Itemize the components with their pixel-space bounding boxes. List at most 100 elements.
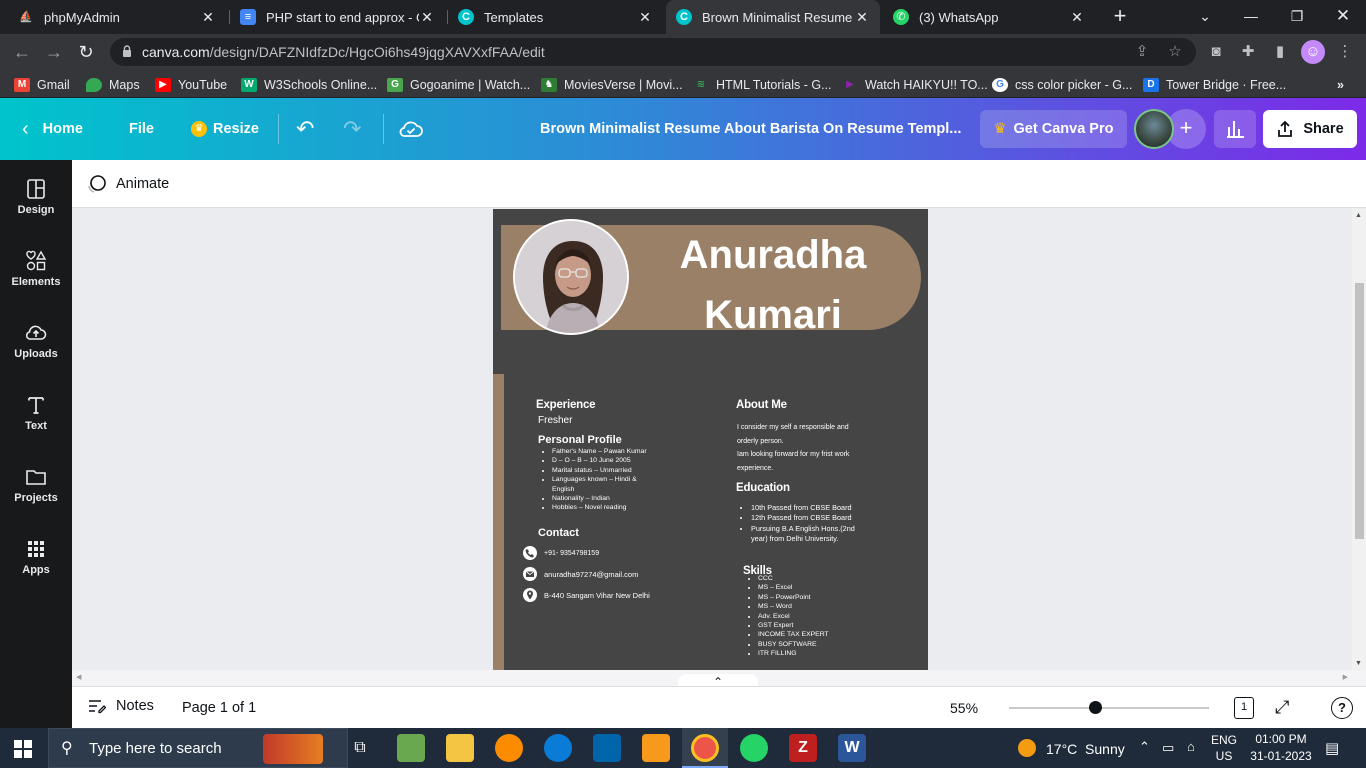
bookmark-maps[interactable]: Maps xyxy=(86,76,140,94)
filezilla-icon[interactable]: Z xyxy=(789,734,817,762)
extensions-puzzle-icon[interactable]: ✚ xyxy=(1238,42,1258,62)
rail-design[interactable]: Design xyxy=(0,177,72,237)
close-icon[interactable]: ✕ xyxy=(637,9,653,26)
resume-name-last[interactable]: Kumari xyxy=(653,285,893,345)
bookmark-gmail[interactable]: M Gmail xyxy=(14,76,70,94)
weather-text[interactable]: 17°C Sunny xyxy=(1046,741,1125,757)
contact-address[interactable]: B-440 Sangam Vihar New Delhi xyxy=(544,591,650,601)
forward-arrow-icon[interactable]: → xyxy=(42,40,66,64)
notes-button[interactable]: Notes xyxy=(88,698,154,714)
about-me-text[interactable]: I consider my self a responsible and ord… xyxy=(737,421,849,476)
xampp-icon[interactable] xyxy=(495,734,523,762)
windows-start-icon[interactable] xyxy=(14,740,32,763)
file-menu-button[interactable]: File xyxy=(129,98,154,160)
close-window-button[interactable]: ✕ xyxy=(1320,0,1366,34)
edge-browser-icon[interactable] xyxy=(544,734,572,762)
scroll-up-arrow-icon[interactable]: ▲ xyxy=(1355,212,1362,219)
profile-photo[interactable] xyxy=(513,219,629,335)
animate-button[interactable]: Animate xyxy=(86,172,169,196)
whatsapp-app-icon[interactable] xyxy=(740,734,768,762)
tray-chevron-up-icon[interactable]: ⌃ xyxy=(1139,739,1150,755)
tab-php-doc[interactable]: ≡ PHP start to end approx - Go ✕ xyxy=(230,0,445,34)
camera-extension-icon[interactable]: ◙ xyxy=(1206,42,1226,62)
file-explorer-icon[interactable] xyxy=(446,734,474,762)
scroll-down-arrow-icon[interactable]: ▼ xyxy=(1355,660,1362,667)
close-icon[interactable]: ✕ xyxy=(1069,9,1085,26)
rail-elements[interactable]: Elements xyxy=(0,249,72,309)
close-icon[interactable]: ✕ xyxy=(200,9,216,26)
sublime-text-icon[interactable] xyxy=(642,734,670,762)
share-button[interactable]: Share xyxy=(1263,110,1357,148)
taskbar-app-cube-icon[interactable] xyxy=(397,734,425,762)
bookmark-gogoanime[interactable]: G Gogoanime | Watch... xyxy=(387,76,530,94)
help-button[interactable]: ? xyxy=(1331,697,1353,719)
tab-phpmyadmin[interactable]: ⛵ phpMyAdmin ✕ xyxy=(8,0,226,34)
experience-value[interactable]: Fresher xyxy=(538,415,572,426)
profile-avatar[interactable]: ☺ xyxy=(1301,40,1325,64)
reload-icon[interactable]: ↻ xyxy=(74,40,98,64)
undo-icon[interactable]: ↶ xyxy=(296,98,314,160)
menu-kebab-icon[interactable]: ⋮ xyxy=(1335,42,1355,62)
user-avatar[interactable] xyxy=(1134,109,1174,149)
page-grid-view-button[interactable]: 1 xyxy=(1234,697,1254,719)
word-icon[interactable]: W xyxy=(838,734,866,762)
address-bar[interactable]: canva.com/design/DAFZNIdfzDc/HgcOi6hs49j… xyxy=(110,38,1196,66)
contact-phone[interactable]: +91- 9354798159 xyxy=(544,549,599,559)
task-view-icon[interactable]: ⧉ xyxy=(346,734,374,762)
bookmark-haikyu[interactable]: ▶ Watch HAIKYU!! TO... xyxy=(842,76,988,94)
side-panel-icon[interactable]: ▮ xyxy=(1270,42,1290,62)
rail-apps[interactable]: Apps xyxy=(0,537,72,597)
zoom-slider-thumb[interactable] xyxy=(1089,701,1102,714)
cloud-saved-icon[interactable] xyxy=(399,98,423,160)
taskbar-search-box[interactable]: ⚲ Type here to search xyxy=(48,728,348,768)
tab-search-chevron-icon[interactable]: ⌄ xyxy=(1182,0,1228,34)
scroll-right-arrow-icon[interactable]: ▶ xyxy=(1343,673,1348,681)
battery-icon[interactable]: ▭ xyxy=(1162,740,1174,756)
bookmark-css-color-picker[interactable]: Gcss color picker - G... xyxy=(992,76,1132,94)
rail-text[interactable]: Text xyxy=(0,393,72,453)
insights-chart-button[interactable] xyxy=(1214,110,1256,148)
skills-list[interactable]: CCC MS – Excel MS – PowerPoint MS – Word… xyxy=(744,574,829,659)
bookmark-w3schools[interactable]: W W3Schools Online... xyxy=(241,76,377,94)
network-icon[interactable]: ⌂ xyxy=(1187,739,1195,754)
close-icon[interactable]: ✕ xyxy=(419,9,435,26)
language-us[interactable]: US xyxy=(1211,749,1237,763)
personal-profile-heading[interactable]: Personal Profile xyxy=(538,434,622,446)
tab-whatsapp[interactable]: ✆ (3) WhatsApp ✕ xyxy=(883,0,1095,34)
resume-name-first[interactable]: Anuradha xyxy=(653,225,893,285)
bookmark-star-icon[interactable]: ☆ xyxy=(1165,42,1185,62)
bookmark-tower-bridge[interactable]: D Tower Bridge · Free... xyxy=(1143,76,1286,94)
contact-email[interactable]: anuradha97274@gmail.com xyxy=(544,570,638,580)
document-title[interactable]: Brown Minimalist Resume About Barista On… xyxy=(540,98,961,160)
zoom-slider[interactable] xyxy=(1009,701,1209,714)
vscode-icon[interactable] xyxy=(593,734,621,762)
redo-icon[interactable]: ↷ xyxy=(343,98,361,160)
education-heading[interactable]: Education xyxy=(736,482,790,494)
bookmarks-overflow-chevron-icon[interactable]: » xyxy=(1337,76,1344,94)
page-indicator[interactable]: Page 1 of 1 xyxy=(182,700,256,716)
scroll-left-arrow-icon[interactable]: ◀ xyxy=(76,673,81,681)
clock-time[interactable]: 01:00 PM xyxy=(1246,732,1316,746)
language-eng[interactable]: ENG xyxy=(1211,733,1237,747)
vertical-scrollbar[interactable]: ▲ ▼ xyxy=(1352,209,1366,670)
clock-date[interactable]: 31-01-2023 xyxy=(1246,749,1316,763)
contact-heading[interactable]: Contact xyxy=(538,527,579,539)
rail-uploads[interactable]: Uploads xyxy=(0,321,72,381)
vertical-scroll-thumb[interactable] xyxy=(1355,283,1364,539)
bookmark-youtube[interactable]: ▶ YouTube xyxy=(155,76,227,94)
zoom-percentage[interactable]: 55% xyxy=(950,700,978,716)
tab-resume-active[interactable]: C Brown Minimalist Resume Ab ✕ xyxy=(666,0,880,34)
design-canvas[interactable]: Anuradha Kumari Experience Fresher Perso… xyxy=(72,209,1366,670)
home-button[interactable]: ‹ Home xyxy=(22,98,83,160)
rail-projects[interactable]: Projects xyxy=(0,465,72,525)
back-arrow-icon[interactable]: ← xyxy=(10,40,34,64)
resume-page[interactable]: Anuradha Kumari Experience Fresher Perso… xyxy=(493,209,928,670)
personal-profile-list[interactable]: Father's Name – Pawan Kumar D – O – B – … xyxy=(538,447,647,513)
resize-button[interactable]: ♛ Resize xyxy=(191,98,259,160)
notification-icon[interactable]: ▤ xyxy=(1325,739,1339,757)
close-icon[interactable]: ✕ xyxy=(854,9,870,26)
about-me-heading[interactable]: About Me xyxy=(736,399,787,411)
fullscreen-expand-icon[interactable]: ⤢ xyxy=(1275,697,1289,718)
tab-templates[interactable]: C Templates ✕ xyxy=(448,0,663,34)
bookmark-html-tutorials[interactable]: ≋ HTML Tutorials - G... xyxy=(693,76,832,94)
